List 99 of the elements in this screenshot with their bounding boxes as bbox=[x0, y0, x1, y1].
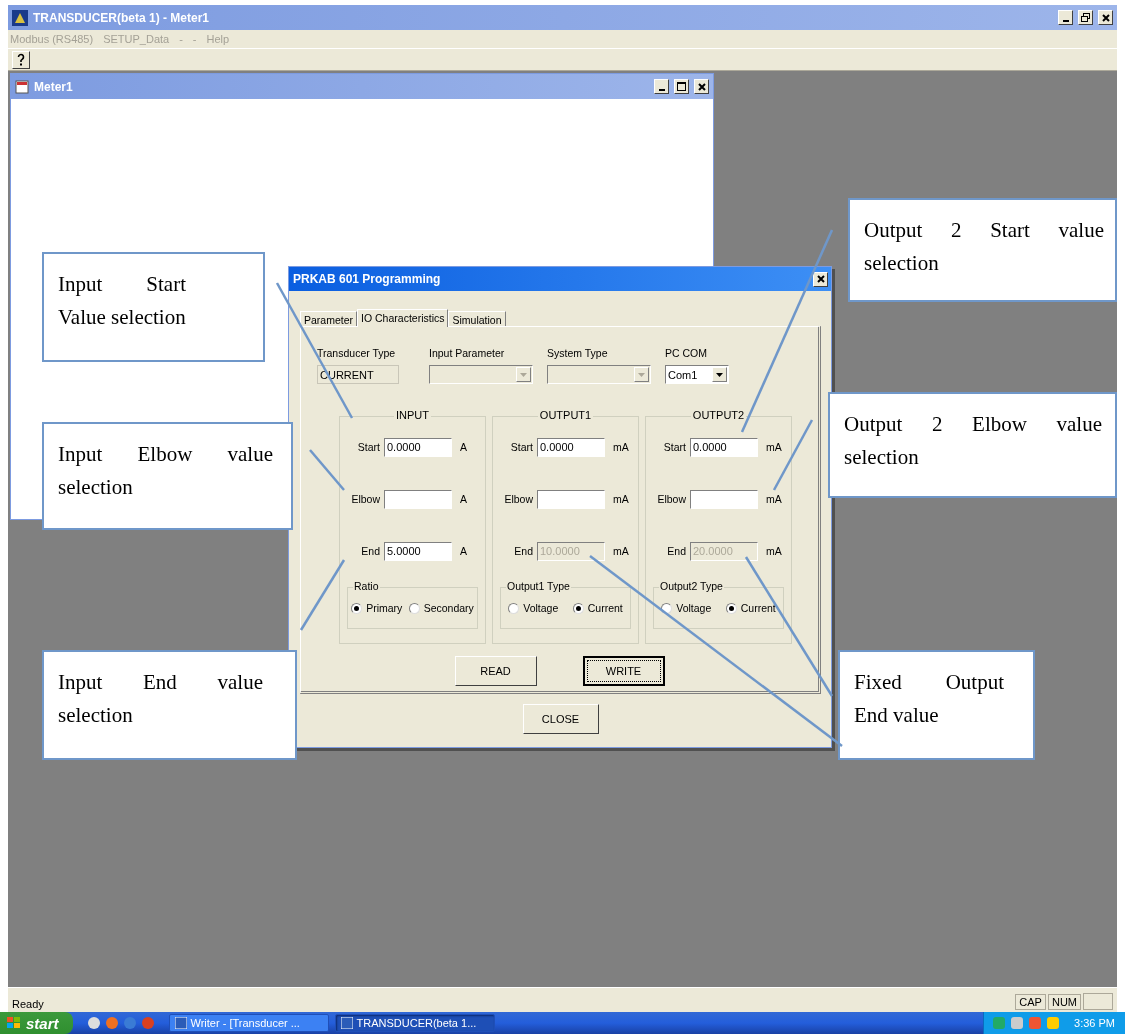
field-label: Elbow bbox=[350, 493, 381, 505]
restore-icon bbox=[1081, 13, 1090, 22]
radio-button[interactable] bbox=[508, 602, 520, 614]
input-field[interactable] bbox=[537, 489, 605, 509]
minimize-icon bbox=[658, 88, 665, 91]
field-label: Elbow bbox=[656, 493, 687, 505]
help-icon bbox=[17, 53, 25, 66]
field-label: Elbow bbox=[503, 493, 534, 505]
radio-button[interactable] bbox=[725, 602, 737, 614]
group-title: OUTPUT2 bbox=[690, 409, 747, 421]
start-button[interactable]: start bbox=[0, 1012, 73, 1034]
unit-label: mA bbox=[613, 493, 629, 505]
window-icon bbox=[340, 1017, 353, 1029]
input-field[interactable]: 5.0000 bbox=[384, 541, 452, 561]
radio-button[interactable] bbox=[661, 602, 673, 614]
minimize-icon bbox=[1062, 19, 1069, 22]
window-title: TRANSDUCER(beta 1) - Meter1 bbox=[33, 10, 211, 25]
field-label: End bbox=[513, 545, 534, 557]
radio-option[interactable]: Secondary bbox=[408, 602, 474, 614]
field-label: Transducer Type bbox=[317, 347, 397, 361]
radio-button[interactable] bbox=[572, 602, 584, 614]
input-field[interactable] bbox=[384, 489, 452, 509]
unit-label: mA bbox=[766, 441, 782, 453]
callout-box: Input Start Value selection bbox=[42, 252, 265, 362]
restore-button[interactable] bbox=[1078, 10, 1093, 25]
tab[interactable]: Parameter bbox=[300, 311, 358, 326]
maximize-icon bbox=[677, 82, 686, 91]
option-group-title: Ratio bbox=[353, 580, 380, 592]
flag-icon bbox=[6, 1016, 22, 1030]
radio-option[interactable]: Current bbox=[725, 602, 776, 614]
radio-button[interactable] bbox=[351, 602, 363, 614]
input-field[interactable]: 0.0000 bbox=[384, 437, 452, 457]
input-field[interactable]: 0.0000 bbox=[690, 437, 758, 457]
radio-option[interactable]: Voltage bbox=[508, 602, 559, 614]
readonly-field: CURRENT bbox=[317, 365, 399, 384]
unit-label: A bbox=[460, 493, 467, 505]
leader-line bbox=[309, 449, 345, 491]
field-label: Start bbox=[662, 441, 687, 453]
option-group-title: Output1 Type bbox=[506, 580, 571, 592]
input-field[interactable] bbox=[690, 489, 758, 509]
callout-box: Output 2 Elbow value selection bbox=[828, 392, 1117, 498]
clock: 3:36 PM bbox=[1074, 1017, 1115, 1029]
help-button[interactable] bbox=[12, 50, 30, 69]
tray-icon[interactable] bbox=[1046, 1016, 1061, 1030]
field-label: Start bbox=[356, 441, 381, 453]
radio-option[interactable]: Primary bbox=[351, 602, 403, 614]
dialog-title: PRKAB 601 Programming bbox=[293, 272, 442, 286]
close-button[interactable] bbox=[1098, 10, 1113, 25]
field-label: End bbox=[360, 545, 381, 557]
app-icon bbox=[12, 9, 28, 26]
status-text: Ready bbox=[12, 998, 45, 1010]
field-label: System Type bbox=[547, 347, 609, 361]
action-button[interactable]: READ bbox=[454, 656, 537, 686]
status-indicator: NUM bbox=[1047, 994, 1081, 1010]
window-title: Meter1 bbox=[34, 79, 74, 94]
callout-box: Input Elbow value selection bbox=[42, 422, 293, 530]
group-title: OUTPUT1 bbox=[537, 409, 594, 421]
unit-label: mA bbox=[766, 545, 782, 557]
field-label: Start bbox=[509, 441, 534, 453]
taskbar-button[interactable]: Writer - [Transducer ... bbox=[168, 1014, 329, 1032]
quick-launch-icon[interactable] bbox=[86, 1016, 101, 1030]
unit-label: mA bbox=[613, 545, 629, 557]
option-group-title: Output2 Type bbox=[659, 580, 724, 592]
leader-line bbox=[299, 559, 346, 631]
callout-box: Input End value selection bbox=[42, 650, 297, 760]
close-icon bbox=[816, 275, 825, 283]
caret-icon[interactable] bbox=[712, 367, 727, 382]
input-field[interactable]: 0.0000 bbox=[537, 437, 605, 457]
radio-option[interactable]: Voltage bbox=[661, 602, 712, 614]
close-dialog-button[interactable]: CLOSE bbox=[522, 704, 599, 734]
close-icon bbox=[697, 82, 706, 91]
tab[interactable]: Simulation bbox=[448, 311, 506, 326]
minimize-button[interactable] bbox=[654, 79, 669, 94]
taskbar-button[interactable]: TRANSDUCER(beta 1... bbox=[334, 1014, 495, 1032]
field-label: End bbox=[666, 545, 687, 557]
document-icon bbox=[15, 79, 29, 94]
unit-label: mA bbox=[766, 493, 782, 505]
field-label: PC COM bbox=[665, 347, 708, 361]
unit-label: A bbox=[460, 441, 467, 453]
radio-button[interactable] bbox=[408, 602, 420, 614]
maximize-button[interactable] bbox=[674, 79, 689, 94]
group-title: INPUT bbox=[394, 409, 431, 421]
dropdown-field[interactable]: Com1 bbox=[665, 365, 729, 384]
window-icon bbox=[174, 1017, 187, 1029]
minimize-button[interactable] bbox=[1058, 10, 1073, 25]
tab[interactable]: IO Characteristics bbox=[357, 309, 449, 327]
close-button[interactable] bbox=[813, 271, 828, 287]
radio-option[interactable]: Current bbox=[572, 602, 623, 614]
quick-launch-icon[interactable] bbox=[104, 1016, 119, 1030]
close-button[interactable] bbox=[694, 79, 709, 94]
unit-label: A bbox=[460, 545, 467, 557]
status-panel bbox=[1083, 993, 1113, 1010]
callout-box: Fixed Output End value bbox=[838, 650, 1035, 760]
field-label: Input Parameter bbox=[429, 347, 506, 361]
status-indicator: CAP bbox=[1015, 994, 1046, 1010]
callout-box: Output 2 Start value selection bbox=[848, 198, 1117, 302]
unit-label: mA bbox=[613, 441, 629, 453]
close-icon bbox=[1101, 13, 1110, 22]
action-button[interactable]: WRITE bbox=[582, 656, 665, 686]
